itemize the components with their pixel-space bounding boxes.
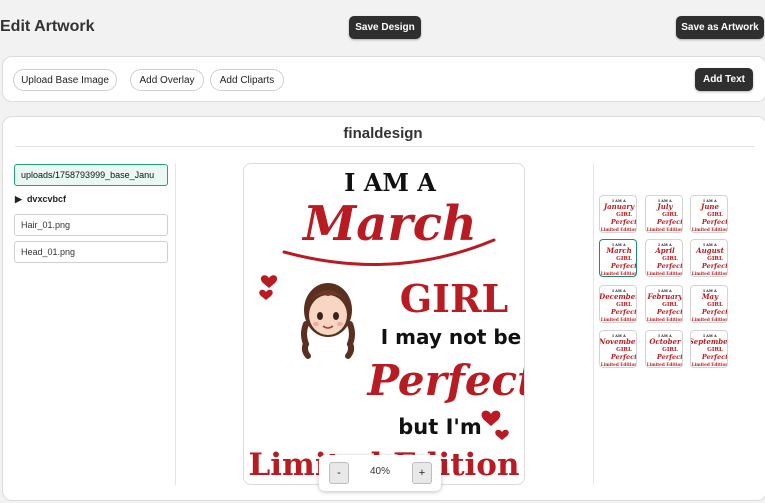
zoom-in-button[interactable]: + [412, 462, 432, 484]
thumbnail-june[interactable]: I AM A June GIRL Perfect Limited Edition [690, 195, 728, 233]
thumbnail-artwork: I AM AJanuaryGIRLPerfectLimited Edition [601, 199, 637, 232]
thumbnail-month: September [691, 337, 728, 346]
layer-hair[interactable]: Hair_01.png [14, 214, 168, 236]
artwork-line1: I AM A [344, 168, 436, 197]
artwork-line6: but I'm [398, 415, 481, 439]
design-title: finaldesign [343, 125, 423, 142]
thumbnail-september[interactable]: I AM ASeptemberGIRLPerfectLimited Editio… [690, 330, 728, 368]
thumbnail-july[interactable]: I AM A July GIRL Perfect Limited Edition [645, 195, 683, 233]
zoom-out-button[interactable]: - [329, 462, 349, 484]
thumbnail-artwork: I AM AOctoberGIRLPerfectLimited Edition [647, 334, 683, 367]
divider [175, 163, 176, 485]
thumbnail-edition: Limited Edition [692, 227, 728, 232]
thumbnail-edition: Limited Edition [601, 271, 637, 276]
thumbnail-december[interactable]: I AM A December GIRL Perfect Limited Edition [599, 285, 637, 323]
divider [593, 163, 594, 485]
thumbnail-edition: Limited Edition [692, 362, 728, 367]
thumbnail-perfect: Perfect [610, 262, 637, 270]
zoom-control: - 40% + [319, 455, 441, 491]
thumbnail-month: August [695, 246, 724, 255]
thumbnail-may[interactable]: I AM A May GIRL Perfect Limited Edition [690, 285, 728, 323]
save-design-button[interactable]: Save Design [349, 16, 421, 39]
thumbnail-edition: Limited Edition [647, 362, 683, 367]
thumbnail-artwork: I AM AMarchGIRLPerfectLimited Edition [601, 243, 637, 276]
thumbnail-artwork: I AM AAprilGIRLPerfectLimited Edition [647, 243, 683, 276]
thumbnail-month: March [605, 246, 631, 255]
thumbnail-artwork: I AM AFebruaryGIRLPerfectLimited Edition [646, 289, 683, 322]
caret-right-icon: ▶ [15, 194, 22, 204]
artwork-month: March [301, 196, 477, 252]
thumbnail-january[interactable]: I AM A January GIRL Perfect Limited Edition [599, 195, 637, 233]
layer-head[interactable]: Head_01.png [14, 241, 168, 263]
thumbnail-march[interactable]: I AM A March GIRL Perfect Limited Edition [599, 239, 637, 277]
artwork-preview: I AM A March GIRL I may not be Perfect b… [248, 168, 525, 483]
layer-base-image[interactable]: uploads/1758793999_base_Janu [14, 164, 168, 186]
add-text-button[interactable]: Add Text [695, 68, 753, 91]
artwork-girl: GIRL [400, 276, 509, 321]
thumbnail-month: July [655, 202, 673, 211]
page-title: Edit Artwork [0, 18, 95, 35]
toolbar: Upload Base Image Add Overlay Add Clipar… [2, 56, 765, 102]
thumbnail-perfect: Perfect [656, 308, 683, 316]
girl-avatar [301, 283, 355, 359]
artwork-perfect: Perfect [366, 356, 525, 405]
thumbnail-month: January [602, 202, 635, 211]
thumbnail-month: November [600, 337, 637, 346]
thumbnail-edition: Limited Edition [601, 317, 637, 322]
thumbnail-february[interactable]: I AM A February GIRL Perfect Limited Edition [645, 285, 683, 323]
add-cliparts-button[interactable]: Add Cliparts [210, 69, 284, 91]
thumbnail-perfect: Perfect [701, 308, 728, 316]
thumbnail-month: June [699, 202, 719, 211]
thumbnail-perfect: Perfect [701, 262, 728, 270]
thumbnail-artwork: I AM AAugustGIRLPerfectLimited Edition [692, 243, 728, 276]
upload-base-image-button[interactable]: Upload Base Image [13, 69, 117, 91]
thumbnail-edition: Limited Edition [601, 362, 637, 367]
layer-group-label: dvxcvbcf [26, 194, 66, 204]
thumbnail-edition: Limited Edition [647, 271, 683, 276]
thumbnail-artwork: I AM ASeptemberGIRLPerfectLimited Editio… [691, 334, 728, 367]
thumbnail-month: October [649, 337, 682, 346]
heart-icon [260, 275, 278, 288]
thumbnail-august[interactable]: I AM A August GIRL Perfect Limited Edition [690, 239, 728, 277]
heart-icon [481, 410, 501, 426]
thumbnail-october[interactable]: I AM A October GIRL Perfect Limited Edition [645, 330, 683, 368]
thumbnail-month: February [646, 292, 683, 301]
thumbnail-artwork: I AM AMayGIRLPerfectLimited Edition [692, 289, 728, 322]
divider [15, 146, 755, 147]
design-canvas[interactable]: I AM A March GIRL I may not be Perfect b… [243, 163, 525, 485]
thumbnail-perfect: Perfect [656, 353, 683, 361]
thumbnail-month: April [654, 246, 675, 255]
thumbnail-edition: Limited Edition [647, 317, 683, 322]
thumbnail-artwork: I AM ANovemberGIRLPerfectLimited Edition [600, 334, 637, 367]
layer-group[interactable]: ▶ dvxcvbcf [15, 194, 66, 205]
save-as-artwork-button[interactable]: Save as Artwork [676, 16, 764, 39]
artwork-line4: I may not be [381, 325, 522, 349]
thumbnail-perfect: Perfect [701, 353, 728, 361]
thumbnail-perfect: Perfect [656, 262, 683, 270]
thumbnail-artwork: I AM AJulyGIRLPerfectLimited Edition [647, 199, 683, 232]
thumbnail-month: May [701, 292, 719, 301]
thumbnail-month: December [600, 292, 637, 301]
thumbnail-artwork: I AM ADecemberGIRLPerfectLimited Edition [600, 289, 637, 322]
thumbnail-edition: Limited Edition [601, 227, 637, 232]
thumbnail-perfect: Perfect [701, 218, 728, 226]
thumbnail-april[interactable]: I AM A April GIRL Perfect Limited Edition [645, 239, 683, 277]
design-panel: finaldesign uploads/1758793999_base_Janu… [2, 116, 765, 501]
thumbnail-perfect: Perfect [656, 218, 683, 226]
thumbnail-perfect: Perfect [610, 218, 637, 226]
thumbnail-november[interactable]: I AM A November GIRL Perfect Limited Edition [599, 330, 637, 368]
thumbnail-edition: Limited Edition [692, 271, 728, 276]
heart-icon [495, 429, 509, 440]
add-overlay-button[interactable]: Add Overlay [130, 69, 204, 91]
thumbnail-edition: Limited Edition [647, 227, 683, 232]
thumbnail-edition: Limited Edition [692, 317, 728, 322]
thumbnail-artwork: I AM AJuneGIRLPerfectLimited Edition [692, 199, 728, 232]
thumbnail-perfect: Perfect [610, 353, 637, 361]
heart-icon [259, 289, 273, 300]
zoom-level: 40% [369, 466, 390, 477]
thumbnail-perfect: Perfect [610, 308, 637, 316]
